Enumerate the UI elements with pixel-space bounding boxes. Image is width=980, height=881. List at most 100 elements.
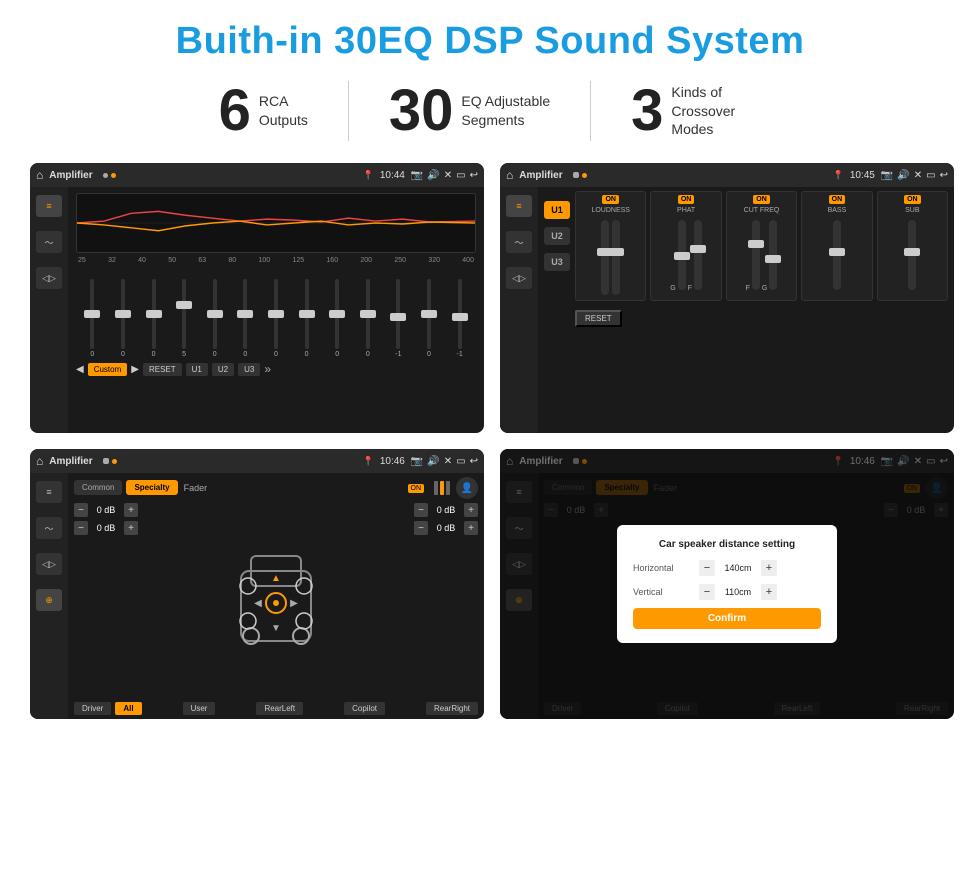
car-diagram-area: ▲ ▼ ◀ ▶ <box>216 503 336 698</box>
stat-number-rca: 6 <box>219 82 251 140</box>
home-icon-3[interactable]: ⌂ <box>36 454 43 468</box>
sidebar3-wave[interactable]: 〜 <box>36 517 62 539</box>
screen-amplifier: ⌂ Amplifier 📍 10:45 📷 🔊 ✕ ▭ ↩ <box>500 163 954 433</box>
slider-col-7[interactable]: 0 <box>262 268 291 358</box>
vertical-stepper: − 110cm + <box>699 584 777 600</box>
sidebar3-vol[interactable]: ◁▷ <box>36 553 62 575</box>
dot-3b <box>112 459 117 464</box>
slider-col-13[interactable]: -1 <box>445 268 474 358</box>
u2-btn[interactable]: U2 <box>544 227 570 245</box>
slider-col-1[interactable]: 0 <box>78 268 107 358</box>
sidebar2-eq[interactable]: ≡ <box>506 195 532 217</box>
loudness-slider-2[interactable] <box>612 220 620 295</box>
driver-btn[interactable]: Driver <box>74 702 111 715</box>
vertical-plus[interactable]: + <box>761 584 777 600</box>
rearleft-btn[interactable]: RearLeft <box>256 702 303 715</box>
fader-minus-3[interactable]: − <box>414 503 428 517</box>
sidebar3-eq[interactable]: ≡ <box>36 481 62 503</box>
sub-label: SUB <box>905 207 919 214</box>
slider-col-8[interactable]: 0 <box>292 268 321 358</box>
fader-bar-2 <box>440 481 444 495</box>
slider-col-3[interactable]: 0 <box>139 268 168 358</box>
u1-btn-1[interactable]: U1 <box>186 363 208 376</box>
u1-btn[interactable]: U1 <box>544 201 570 219</box>
screen2-content: ≡ 〜 ◁▷ U1 U2 U3 <box>500 187 954 433</box>
custom-btn[interactable]: Custom <box>88 363 128 376</box>
sub-slider[interactable] <box>908 220 916 290</box>
topbar-dots-2 <box>573 172 587 178</box>
fader-plus-1[interactable]: + <box>124 503 138 517</box>
rearright-btn[interactable]: RearRight <box>426 702 478 715</box>
horizontal-minus[interactable]: − <box>699 560 715 576</box>
reset-btn-2[interactable]: RESET <box>575 310 622 327</box>
stat-crossover: 3 Kinds of Crossover Modes <box>591 82 801 140</box>
user-btn[interactable]: User <box>183 702 216 715</box>
stat-rca: 6 RCA Outputs <box>179 82 348 140</box>
slider-col-4[interactable]: 5 <box>170 268 199 358</box>
horizontal-stepper: − 140cm + <box>699 560 777 576</box>
slider-col-11[interactable]: -1 <box>384 268 413 358</box>
window-icon-3: ▭ <box>456 456 465 467</box>
u2-btn-1[interactable]: U2 <box>212 363 234 376</box>
sidebar-icon-eq[interactable]: ≡ <box>36 195 62 217</box>
sidebar2-wave[interactable]: 〜 <box>506 231 532 253</box>
fader-db-row-4: − 0 dB + <box>414 521 478 535</box>
next-arrow[interactable]: ▶ <box>131 364 139 375</box>
horizontal-plus[interactable]: + <box>761 560 777 576</box>
slider-col-6[interactable]: 0 <box>231 268 260 358</box>
confirm-button[interactable]: Confirm <box>633 608 821 629</box>
fader-plus-2[interactable]: + <box>124 521 138 535</box>
u3-btn-1[interactable]: U3 <box>238 363 260 376</box>
fader-bottom: Driver All User RearLeft Copilot RearRig… <box>74 702 478 715</box>
sidebar2-vol[interactable]: ◁▷ <box>506 267 532 289</box>
sidebar-icon-vol[interactable]: ◁▷ <box>36 267 62 289</box>
screen-eq: ⌂ Amplifier 📍 10:44 📷 🔊 ✕ ▭ ↩ <box>30 163 484 433</box>
fader-plus-4[interactable]: + <box>464 521 478 535</box>
topbar-dots-3 <box>103 458 117 464</box>
fader-main: Common Specialty Fader ON 👤 <box>68 473 484 719</box>
home-icon-2[interactable]: ⌂ <box>506 168 513 182</box>
tab-common[interactable]: Common <box>74 480 122 495</box>
dot-2b <box>582 173 587 178</box>
home-icon[interactable]: ⌂ <box>36 168 43 182</box>
slider-col-2[interactable]: 0 <box>109 268 138 358</box>
fader-val-3: 0 dB <box>432 505 460 515</box>
phat-freq-slider[interactable] <box>694 220 702 290</box>
fader-plus-3[interactable]: + <box>464 503 478 517</box>
sidebar-icon-wave[interactable]: 〜 <box>36 231 62 253</box>
topbar-time-3: 10:46 <box>380 456 405 467</box>
slider-col-5[interactable]: 0 <box>200 268 229 358</box>
cut-slider-1[interactable] <box>752 220 760 290</box>
topbar-2: ⌂ Amplifier 📍 10:45 📷 🔊 ✕ ▭ ↩ <box>500 163 954 187</box>
slider-col-9[interactable]: 0 <box>323 268 352 358</box>
tab-specialty[interactable]: Specialty <box>126 480 177 495</box>
copilot-btn[interactable]: Copilot <box>344 702 385 715</box>
close-icon-1: ✕ <box>444 170 452 181</box>
fader-bar-1 <box>434 481 438 495</box>
loudness-slider-1[interactable] <box>601 220 609 295</box>
fader-minus-4[interactable]: − <box>414 521 428 535</box>
sidebar3-active[interactable]: ⊕ <box>36 589 62 611</box>
fader-minus-2[interactable]: − <box>74 521 88 535</box>
bass-slider[interactable] <box>833 220 841 290</box>
back-icon-1: ↩ <box>470 170 478 181</box>
fader-settings-icon[interactable]: 👤 <box>456 477 478 499</box>
u3-btn[interactable]: U3 <box>544 253 570 271</box>
fader-minus-1[interactable]: − <box>74 503 88 517</box>
vertical-minus[interactable]: − <box>699 584 715 600</box>
vertical-label: Vertical <box>633 587 693 597</box>
cutfreq-label: CUT FREQ <box>744 207 780 214</box>
phat-slider[interactable] <box>678 220 686 290</box>
topbar-icons-3: 📷 🔊 ✕ ▭ ↩ <box>411 456 478 467</box>
dialog-box: Car speaker distance setting Horizontal … <box>617 525 837 643</box>
reset-btn-1[interactable]: RESET <box>143 363 182 376</box>
topbar-status-dots-1 <box>103 173 116 178</box>
fader-val-2: 0 dB <box>92 523 120 533</box>
prev-arrow[interactable]: ◀ <box>76 364 84 375</box>
loudness-label: LOUDNESS <box>591 207 630 214</box>
slider-col-10[interactable]: 0 <box>353 268 382 358</box>
cut-slider-2[interactable] <box>769 220 777 290</box>
slider-col-12[interactable]: 0 <box>415 268 444 358</box>
sidebar-1: ≡ 〜 ◁▷ <box>30 187 68 433</box>
all-btn[interactable]: All <box>115 702 141 715</box>
